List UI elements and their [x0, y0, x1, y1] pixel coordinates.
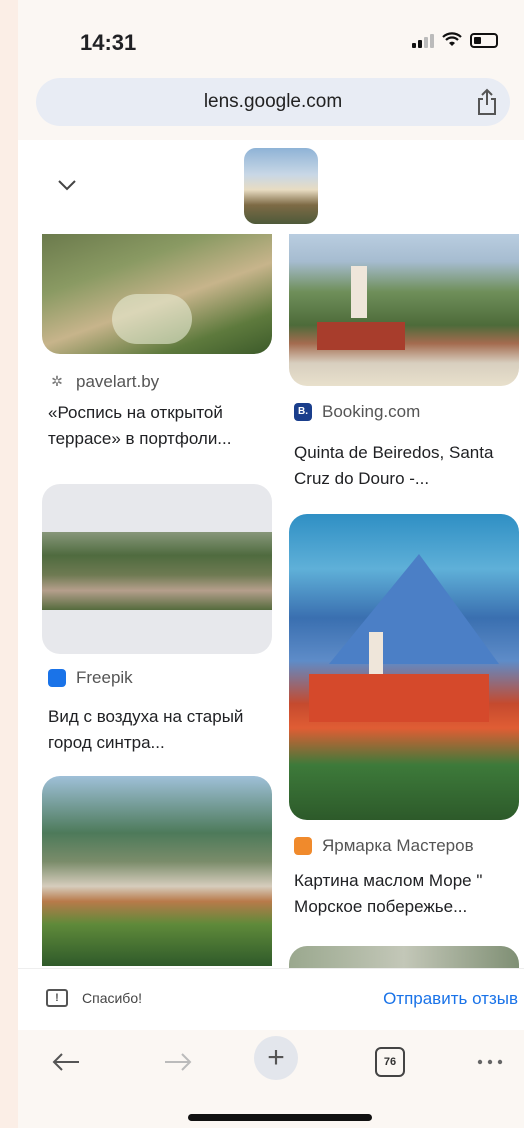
result-image-quinta[interactable] — [289, 234, 519, 386]
plus-icon: + — [254, 1036, 298, 1080]
address-bar[interactable]: lens.google.com — [36, 78, 510, 126]
signal-icon — [412, 32, 434, 48]
result-image-painting[interactable] — [289, 514, 519, 820]
send-feedback-link[interactable]: Отправить отзыв — [383, 989, 518, 1009]
result-title[interactable]: «Роспись на открытой террасе» в портфоли… — [48, 400, 276, 452]
bottom-toolbar: + 76 — [18, 1030, 524, 1128]
new-tab-button[interactable]: + — [254, 1036, 298, 1080]
result-image-sintra[interactable] — [42, 484, 272, 654]
result-image-partial[interactable] — [289, 946, 519, 968]
result-title[interactable]: Вид с воздуха на старый город синтра... — [48, 704, 276, 756]
status-bar: 14:31 — [18, 0, 524, 72]
query-image-thumbnail[interactable] — [244, 148, 318, 224]
status-icons — [412, 32, 498, 48]
arrow-left-icon — [52, 1053, 79, 1071]
result-image-mountain-village[interactable] — [42, 776, 272, 966]
tabs-button[interactable]: 76 — [368, 1042, 412, 1082]
result-title[interactable]: Картина маслом Море " Морское побережье.… — [294, 868, 522, 920]
back-button[interactable] — [44, 1042, 88, 1082]
result-source[interactable]: Freepik — [48, 668, 133, 688]
result-source[interactable]: ✲ pavelart.by — [48, 372, 159, 392]
more-menu-button[interactable] — [468, 1042, 512, 1082]
home-indicator — [188, 1114, 372, 1121]
status-time: 14:31 — [80, 30, 137, 55]
pavelart-icon: ✲ — [51, 373, 63, 389]
feedback-icon: ! — [46, 989, 68, 1007]
yarmarka-icon — [294, 837, 312, 855]
result-source[interactable]: B. Booking.com — [294, 402, 420, 422]
feedback-bar: ! Спасибо! Отправить отзыв — [18, 968, 524, 1031]
more-horizontal-icon — [477, 1059, 503, 1065]
source-label: pavelart.by — [76, 372, 160, 391]
result-source[interactable]: Ярмарка Мастеров — [294, 836, 474, 856]
tab-count: 76 — [375, 1047, 405, 1077]
source-label: Freepik — [76, 668, 133, 687]
lens-header — [18, 140, 524, 234]
thanks-text: Спасибо! — [82, 990, 142, 1006]
booking-icon: B. — [294, 403, 312, 421]
freepik-icon — [48, 669, 66, 687]
chevron-down-icon[interactable] — [56, 178, 78, 192]
share-icon[interactable] — [476, 88, 498, 116]
phone-screen: 14:31 lens.google.com ✲ pavelart.by «Рос… — [18, 0, 524, 1128]
result-title[interactable]: Quinta de Beiredos, Santa Cruz do Douro … — [294, 440, 522, 492]
source-label: Ярмарка Мастеров — [322, 836, 474, 855]
source-label: Booking.com — [322, 402, 421, 421]
browser-toolbar: lens.google.com — [18, 72, 524, 141]
wifi-icon — [442, 32, 462, 46]
result-image-terrace[interactable] — [42, 234, 272, 354]
url-text[interactable]: lens.google.com — [204, 91, 342, 113]
arrow-right-icon — [165, 1053, 192, 1071]
feedback-thanks: ! Спасибо! — [46, 989, 142, 1007]
battery-icon — [470, 32, 498, 48]
forward-button[interactable] — [156, 1042, 200, 1082]
